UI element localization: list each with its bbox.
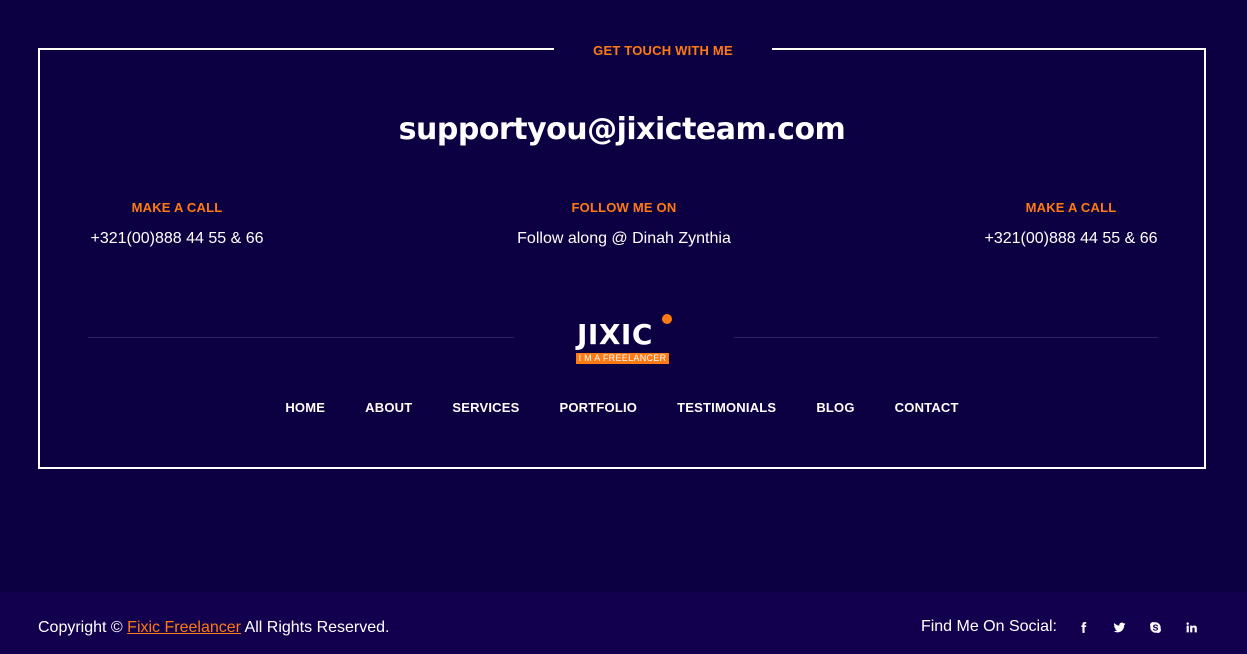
call-column-right: MAKE A CALL +321(00)888 44 55 & 66 [978,200,1164,248]
divider-left [88,337,514,338]
copyright: Copyright © Fixic Freelancer All Rights … [38,619,390,637]
social-label: Find Me On Social: [920,618,1057,635]
contact-box: GET TOUCH WITH ME supportyou@jixicteam.c… [38,40,1206,469]
social-links: Find Me On Social: [921,617,1209,637]
linkedin-icon[interactable] [1173,617,1209,637]
footer-bar: Copyright © Fixic Freelancer All Rights … [0,592,1247,654]
nav-contact[interactable]: CONTACT [895,400,959,415]
call-title: MAKE A CALL [1025,200,1117,215]
page: GET TOUCH WITH ME supportyou@jixicteam.c… [0,0,1247,654]
copyright-prefix: Copyright © [38,619,123,636]
follow-title: FOLLOW ME ON [571,200,677,215]
divider-right [734,337,1158,338]
footer-logo[interactable]: JIXIC I M A FREELANCER [576,312,676,366]
follow-column: FOLLOW ME ON Follow along @ Dinah Zynthi… [474,200,774,248]
nav-services[interactable]: SERVICES [452,400,519,415]
footer-nav: HOME ABOUT SERVICES PORTFOLIO TESTIMONIA… [40,400,1204,415]
twitter-icon[interactable] [1101,617,1137,637]
logo-dot [662,314,672,324]
follow-text[interactable]: Follow along @ Dinah Zynthia [474,230,774,248]
copyright-suffix: All Rights Reserved. [244,619,390,636]
call-title: MAKE A CALL [131,200,223,215]
nav-about[interactable]: ABOUT [365,400,412,415]
brand-link[interactable]: Fixic Freelancer [127,619,241,636]
nav-home[interactable]: HOME [285,400,325,415]
facebook-icon[interactable] [1065,617,1101,637]
contact-legend: GET TOUCH WITH ME [554,40,772,60]
skype-icon[interactable] [1137,617,1173,637]
logo-tagline: I M A FREELANCER [576,353,669,364]
logo-name: JIXIC [577,318,653,351]
nav-portfolio[interactable]: PORTFOLIO [559,400,637,415]
nav-testimonials[interactable]: TESTIMONIALS [677,400,776,415]
call-number[interactable]: +321(00)888 44 55 & 66 [978,230,1164,248]
call-number[interactable]: +321(00)888 44 55 & 66 [84,230,270,248]
call-column-left: MAKE A CALL +321(00)888 44 55 & 66 [84,200,270,248]
contact-email[interactable]: supportyou@jixicteam.com [40,112,1204,147]
nav-blog[interactable]: BLOG [816,400,854,415]
